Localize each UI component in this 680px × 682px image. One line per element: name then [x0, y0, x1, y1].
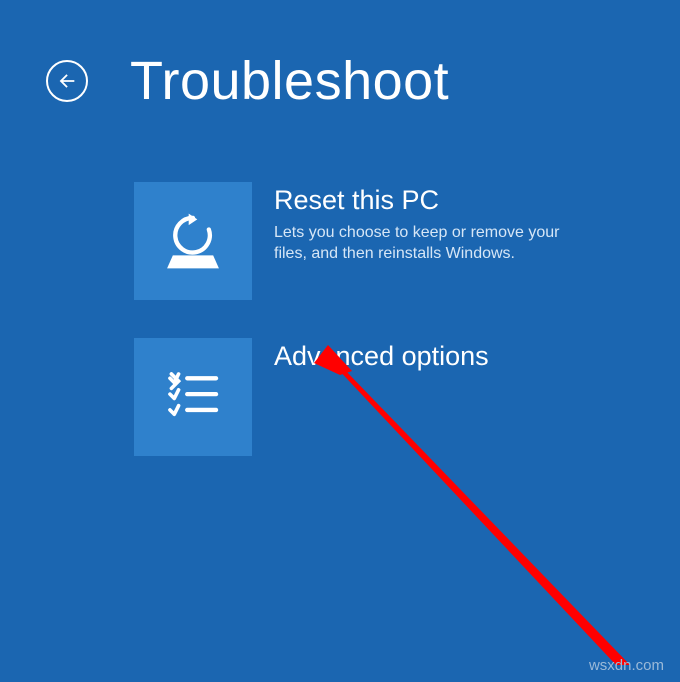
reset-pc-icon — [134, 182, 252, 300]
option-description: Lets you choose to keep or remove your f… — [274, 222, 594, 265]
back-arrow-icon — [56, 70, 78, 92]
back-button[interactable] — [46, 60, 88, 102]
option-title: Advanced options — [274, 342, 489, 372]
advanced-options-icon — [134, 338, 252, 456]
option-text: Advanced options — [274, 338, 489, 378]
page-title: Troubleshoot — [130, 50, 449, 112]
header: Troubleshoot — [0, 0, 680, 112]
option-title: Reset this PC — [274, 186, 594, 216]
option-reset-this-pc[interactable]: Reset this PC Lets you choose to keep or… — [134, 182, 634, 300]
options-list: Reset this PC Lets you choose to keep or… — [0, 182, 680, 456]
watermark: wsxdn.com — [589, 657, 664, 674]
option-advanced-options[interactable]: Advanced options — [134, 338, 634, 456]
option-text: Reset this PC Lets you choose to keep or… — [274, 182, 594, 265]
